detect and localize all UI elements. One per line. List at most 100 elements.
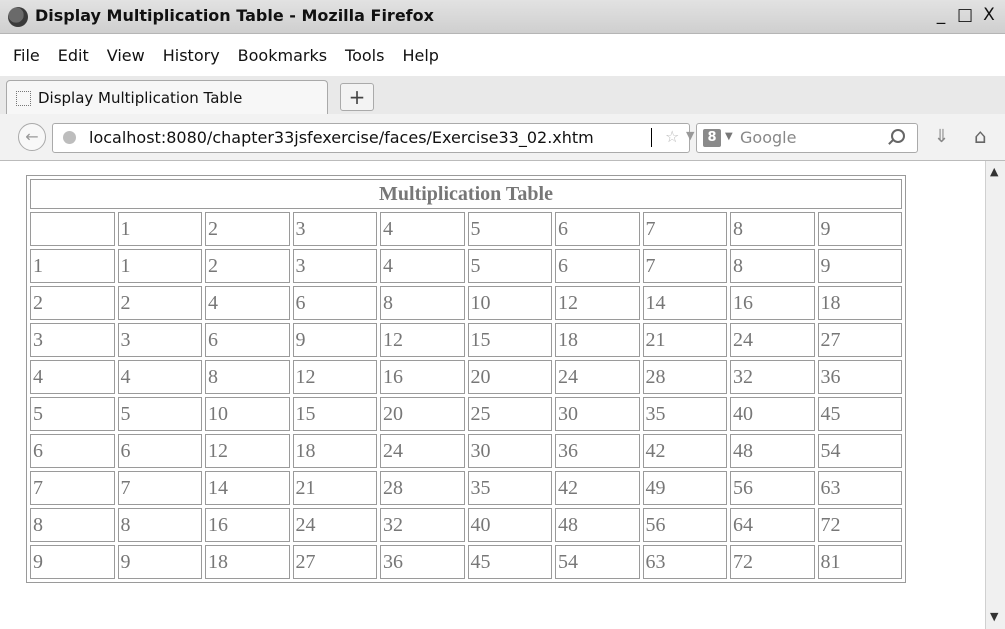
row-label-cell: 5 (30, 397, 115, 431)
site-identity-icon[interactable] (63, 131, 76, 144)
product-cell: 8 (205, 360, 290, 394)
product-cell: 54 (555, 545, 640, 579)
table-row: 8 8 16 24 32 40 48 56 64 72 (30, 508, 902, 542)
product-cell: 72 (817, 508, 902, 542)
product-cell: 42 (555, 471, 640, 505)
minimize-button[interactable]: _ (931, 6, 951, 24)
product-cell: 10 (467, 286, 552, 320)
row-label-cell: 3 (30, 323, 115, 357)
menu-help[interactable]: Help (392, 44, 446, 68)
scroll-down-arrow-icon[interactable]: ▼ (990, 610, 998, 623)
product-cell: 56 (642, 508, 727, 542)
maximize-button[interactable]: □ (955, 6, 975, 24)
search-engine-dropdown-icon[interactable]: ▼ (725, 131, 733, 142)
header-cell: 8 (730, 212, 815, 246)
row-label-cell: 9 (30, 545, 115, 579)
url-bar[interactable]: localhost:8080/chapter33jsfexercise/face… (52, 123, 712, 153)
menu-history[interactable]: History (153, 44, 228, 68)
product-cell: 28 (380, 471, 465, 505)
header-cell: 3 (292, 212, 377, 246)
product-cell: 6 (555, 249, 640, 283)
scroll-up-arrow-icon[interactable]: ▲ (990, 165, 998, 178)
product-cell: 12 (205, 434, 290, 468)
window-title-bar: Display Multiplication Table - Mozilla F… (0, 0, 1005, 34)
product-cell: 54 (817, 434, 902, 468)
menu-edit[interactable]: Edit (48, 44, 97, 68)
menu-file[interactable]: File (0, 44, 48, 68)
product-cell: 6 (292, 286, 377, 320)
product-cell: 2 (117, 286, 202, 320)
product-cell: 72 (730, 545, 815, 579)
menu-view[interactable]: View (97, 44, 153, 68)
row-label-cell: 8 (30, 508, 115, 542)
product-cell: 18 (817, 286, 902, 320)
product-cell: 40 (730, 397, 815, 431)
table-title: Multiplication Table (30, 179, 902, 209)
close-button[interactable]: X (979, 6, 999, 24)
product-cell: 36 (817, 360, 902, 394)
product-cell: 18 (292, 434, 377, 468)
product-cell: 10 (205, 397, 290, 431)
table-row: 1123456789 (30, 249, 902, 283)
product-cell: 24 (555, 360, 640, 394)
product-cell: 1 (117, 249, 202, 283)
product-cell: 81 (817, 545, 902, 579)
product-cell: 5 (467, 249, 552, 283)
menu-bookmarks[interactable]: Bookmarks (228, 44, 335, 68)
downloads-icon[interactable]: ⇓ (934, 126, 949, 147)
product-cell: 32 (380, 508, 465, 542)
home-icon[interactable]: ⌂ (974, 124, 987, 148)
product-cell: 30 (555, 397, 640, 431)
header-cell: 5 (467, 212, 552, 246)
window-title: Display Multiplication Table - Mozilla F… (35, 6, 434, 25)
product-cell: 20 (380, 397, 465, 431)
product-cell: 21 (642, 323, 727, 357)
product-cell: 35 (642, 397, 727, 431)
product-cell: 15 (467, 323, 552, 357)
product-cell: 25 (467, 397, 552, 431)
new-tab-button[interactable]: + (340, 83, 374, 111)
product-cell: 45 (467, 545, 552, 579)
tab-display-multiplication-table[interactable]: Display Multiplication Table (6, 80, 328, 115)
product-cell: 28 (642, 360, 727, 394)
table-row: 7 7 14 21 28 35 42 49 56 63 (30, 471, 902, 505)
product-cell: 30 (467, 434, 552, 468)
product-cell: 36 (380, 545, 465, 579)
multiplication-table: Multiplication Table 1 2 3 4 5 6 7 8 9 1… (26, 175, 906, 583)
search-engine-icon[interactable]: 8 (703, 129, 721, 147)
header-cell: 6 (555, 212, 640, 246)
search-input[interactable]: Google (740, 128, 796, 147)
product-cell: 6 (205, 323, 290, 357)
product-cell: 4 (205, 286, 290, 320)
product-cell: 12 (292, 360, 377, 394)
url-input[interactable]: localhost:8080/chapter33jsfexercise/face… (89, 128, 594, 147)
product-cell: 3 (117, 323, 202, 357)
search-bar[interactable]: 8 ▼ Google (696, 123, 918, 153)
table-header-row: 1 2 3 4 5 6 7 8 9 (30, 212, 902, 246)
product-cell: 32 (730, 360, 815, 394)
row-label-cell: 4 (30, 360, 115, 394)
product-cell: 40 (467, 508, 552, 542)
product-cell: 20 (467, 360, 552, 394)
tab-strip: Display Multiplication Table + (0, 76, 1005, 115)
page-content: Multiplication Table 1 2 3 4 5 6 7 8 9 1… (0, 161, 985, 629)
window-controls: _ □ X (931, 6, 999, 24)
product-cell: 27 (292, 545, 377, 579)
bookmark-star-icon[interactable]: ☆ (665, 127, 679, 146)
menu-tools[interactable]: Tools (335, 44, 392, 68)
product-cell: 18 (555, 323, 640, 357)
history-dropdown-icon[interactable]: ▼ (686, 129, 694, 142)
product-cell: 24 (292, 508, 377, 542)
product-cell: 42 (642, 434, 727, 468)
product-cell: 4 (380, 249, 465, 283)
back-button[interactable]: ← (18, 123, 46, 151)
product-cell: 64 (730, 508, 815, 542)
table-row: 2 2 4 6 8 10 12 14 16 18 (30, 286, 902, 320)
product-cell: 27 (817, 323, 902, 357)
search-icon[interactable] (891, 129, 905, 143)
product-cell: 8 (117, 508, 202, 542)
product-cell: 2 (205, 249, 290, 283)
product-cell: 14 (642, 286, 727, 320)
product-cell: 48 (730, 434, 815, 468)
vertical-scrollbar[interactable]: ▲ ▼ (985, 161, 1005, 629)
